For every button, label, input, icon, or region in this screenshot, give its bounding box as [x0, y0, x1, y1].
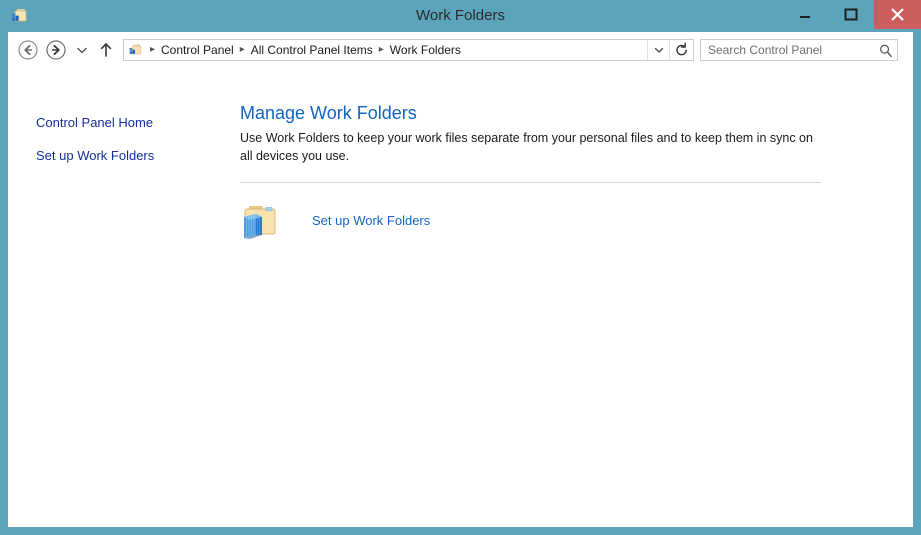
close-button[interactable]	[874, 0, 921, 29]
minimize-button[interactable]	[782, 0, 828, 29]
up-one-level-button[interactable]	[96, 39, 116, 61]
section-divider	[240, 182, 821, 183]
sidebar-item-control-panel-home[interactable]: Control Panel Home	[36, 115, 153, 130]
breadcrumb-separator: ▸	[239, 44, 245, 55]
up-arrow-icon	[100, 43, 112, 57]
title-bar: Work Folders	[0, 0, 921, 32]
main-panel: Manage Work Folders Use Work Folders to …	[223, 67, 913, 527]
chevron-down-icon	[654, 47, 664, 53]
recent-locations-button[interactable]	[74, 39, 90, 61]
search-box[interactable]	[700, 39, 898, 61]
control-panel-folder-icon	[128, 42, 144, 58]
work-folders-icon	[236, 197, 284, 245]
search-input[interactable]	[701, 41, 873, 59]
minimize-icon	[800, 16, 810, 18]
back-button[interactable]	[17, 39, 39, 61]
forward-button[interactable]	[45, 39, 67, 61]
refresh-button[interactable]	[669, 40, 693, 60]
breadcrumb-separator: ▸	[378, 44, 384, 55]
breadcrumb: ▸ Control Panel ▸ All Control Panel Item…	[144, 40, 647, 60]
sidebar-item-set-up-work-folders[interactable]: Set up Work Folders	[36, 148, 154, 163]
refresh-icon	[676, 42, 687, 56]
navigation-bar: ▸ Control Panel ▸ All Control Panel Item…	[8, 32, 913, 67]
forward-arrow-icon	[46, 40, 66, 60]
breadcrumb-item-work-folders[interactable]: Work Folders	[388, 43, 463, 57]
maximize-icon	[844, 8, 858, 21]
page-title: Manage Work Folders	[240, 103, 417, 123]
maximize-button[interactable]	[828, 0, 874, 29]
page-description: Use Work Folders to keep your work files…	[240, 131, 813, 163]
setup-work-folders-row[interactable]: Set up Work Folders	[236, 197, 636, 253]
search-icon[interactable]	[873, 40, 897, 60]
address-dropdown-button[interactable]	[647, 40, 669, 60]
work-folders-window: Work Folders ▸ Control Panel ▸ All Contr…	[0, 0, 921, 535]
chevron-down-icon	[77, 47, 87, 54]
close-icon	[891, 8, 904, 21]
sidebar: Control Panel Home Set up Work Folders	[8, 67, 223, 527]
breadcrumb-item-all-control-panel-items[interactable]: All Control Panel Items	[249, 43, 375, 57]
back-arrow-icon	[18, 40, 38, 60]
setup-work-folders-link[interactable]: Set up Work Folders	[312, 213, 430, 228]
address-bar[interactable]: ▸ Control Panel ▸ All Control Panel Item…	[123, 39, 694, 61]
breadcrumb-item-control-panel[interactable]: Control Panel	[159, 43, 236, 57]
client-area: ▸ Control Panel ▸ All Control Panel Item…	[8, 32, 913, 527]
content-area: Control Panel Home Set up Work Folders M…	[8, 67, 913, 527]
breadcrumb-separator: ▸	[149, 44, 156, 55]
